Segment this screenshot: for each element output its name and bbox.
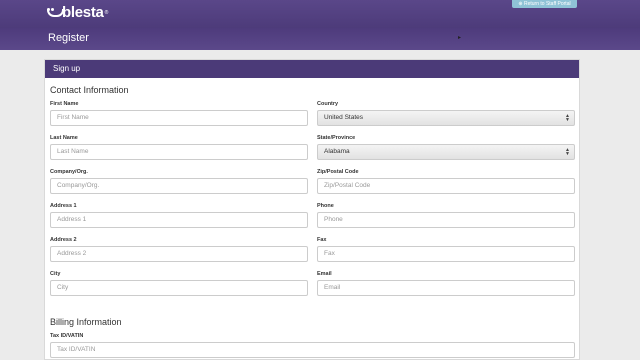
- blesta-logo[interactable]: blesta ®: [47, 4, 108, 21]
- state-select[interactable]: Alabama ▲ ▼: [317, 144, 575, 160]
- panel-heading: Sign up: [45, 60, 579, 78]
- tax-id-field[interactable]: Tax ID/VATIN: [50, 342, 575, 358]
- select-arrows-icon: ▲ ▼: [565, 147, 570, 157]
- page-title: Register: [48, 32, 89, 44]
- contact-information-heading: Contact Information: [50, 85, 129, 95]
- billing-information-heading: Billing Information: [50, 317, 122, 327]
- last-name-label: Last Name: [50, 135, 78, 141]
- company-label: Company/Org.: [50, 169, 88, 175]
- state-label: State/Province: [317, 135, 356, 141]
- zip-field[interactable]: Zip/Postal Code: [317, 178, 575, 194]
- city-field[interactable]: City: [50, 280, 308, 296]
- logo-text: blesta: [62, 4, 104, 21]
- phone-label: Phone: [317, 203, 334, 209]
- select-arrows-icon: ▲ ▼: [565, 113, 570, 123]
- country-value: United States: [324, 114, 364, 121]
- fax-label: Fax: [317, 237, 327, 243]
- last-name-field[interactable]: Last Name: [50, 144, 308, 160]
- return-to-staff-portal-button[interactable]: ⊕ Return to Staff Portal: [512, 0, 577, 8]
- country-label: Country: [317, 101, 339, 107]
- first-name-label: First Name: [50, 101, 79, 107]
- address2-label: Address 2: [50, 237, 77, 243]
- first-name-field[interactable]: First Name: [50, 110, 308, 126]
- blesta-logo-icon: [47, 7, 64, 18]
- email-label: Email: [317, 271, 332, 277]
- trademark-mark: ®: [104, 9, 109, 16]
- zip-label: Zip/Postal Code: [317, 169, 359, 175]
- company-field[interactable]: Company/Org.: [50, 178, 308, 194]
- signup-panel: Sign up Contact Information First Name F…: [44, 59, 580, 360]
- email-field[interactable]: Email: [317, 280, 575, 296]
- fax-field[interactable]: Fax: [317, 246, 575, 262]
- top-bar: blesta ® ⊕ Return to Staff Portal: [0, 0, 640, 28]
- title-bar: Register: [0, 28, 640, 50]
- address1-label: Address 1: [50, 203, 77, 209]
- state-value: Alabama: [324, 148, 350, 155]
- country-select[interactable]: United States ▲ ▼: [317, 110, 575, 126]
- city-label: City: [50, 271, 61, 277]
- address1-field[interactable]: Address 1: [50, 212, 308, 228]
- phone-field[interactable]: Phone: [317, 212, 575, 228]
- address2-field[interactable]: Address 2: [50, 246, 308, 262]
- mouse-cursor-icon: ▸: [458, 35, 462, 41]
- tax-id-label: Tax ID/VATIN: [50, 333, 84, 339]
